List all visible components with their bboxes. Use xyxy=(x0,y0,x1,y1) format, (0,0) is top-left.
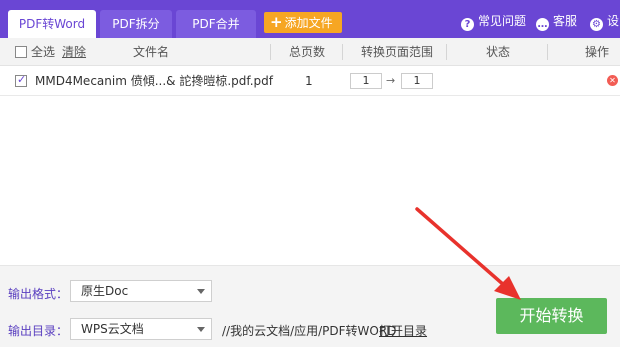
column-divider xyxy=(446,44,447,60)
plus-icon: + xyxy=(270,13,283,31)
col-filename: 文件名 xyxy=(133,45,170,59)
open-directory-link[interactable]: 打开目录 xyxy=(379,322,427,339)
output-dir-value: WPS云文档 xyxy=(81,322,144,336)
page-count: 1 xyxy=(305,74,313,88)
gear-icon: ⚙ xyxy=(590,18,603,31)
chevron-down-icon xyxy=(197,327,205,332)
col-pages: 总页数 xyxy=(289,45,326,59)
select-all-label: 全选 xyxy=(31,45,56,59)
column-divider xyxy=(270,44,271,60)
file-name: MMD4Mecanim 偾傾...& 詑搀暟椋.pdf.pdf xyxy=(35,74,274,88)
arrow-right-icon: → xyxy=(386,74,396,87)
output-format-select[interactable]: 原生Doc xyxy=(70,280,212,302)
column-divider xyxy=(547,44,548,60)
delete-icon[interactable]: ✕ xyxy=(607,75,618,86)
faq-label: 常见问题 xyxy=(478,14,527,28)
faq-link[interactable]: ? 常见问题 xyxy=(461,12,526,31)
output-dir-label: 输出目录： xyxy=(8,324,69,338)
chevron-down-icon xyxy=(197,289,205,294)
select-all-checkbox[interactable] xyxy=(15,46,27,58)
col-page-range: 转换页面范围 xyxy=(361,45,434,59)
settings-link[interactable]: ⚙ 设 xyxy=(590,12,619,31)
add-file-button[interactable]: + 添加文件 xyxy=(264,12,342,33)
support-link[interactable]: … 客服 xyxy=(536,12,577,31)
support-label: 客服 xyxy=(553,14,578,28)
help-icon: ? xyxy=(461,18,474,31)
settings-label: 设 xyxy=(607,14,620,28)
col-status: 状态 xyxy=(486,45,511,59)
range-to-input[interactable]: 1 xyxy=(401,73,433,89)
output-format-value: 原生Doc xyxy=(81,284,129,298)
tab-pdf-to-word[interactable]: PDF转Word xyxy=(8,10,96,38)
top-bar: PDF转Word PDF拆分 PDF合并 + 添加文件 ? 常见问题 … 客服 ⚙ 设 xyxy=(0,0,620,38)
chat-icon: … xyxy=(536,18,549,31)
row-checkbox[interactable] xyxy=(15,73,27,87)
tab-pdf-merge[interactable]: PDF合并 xyxy=(176,10,256,38)
tab-pdf-split[interactable]: PDF拆分 xyxy=(100,10,172,38)
add-file-label: 添加文件 xyxy=(284,16,333,30)
output-path: //我的云文档/应用/PDF转WORD xyxy=(222,324,397,338)
col-actions: 操作 xyxy=(585,45,610,59)
table-row[interactable]: MMD4Mecanim 偾傾...& 詑搀暟椋.pdf.pdf 1 1 → 1 … xyxy=(0,66,620,96)
range-from-input[interactable]: 1 xyxy=(350,73,382,89)
clear-link[interactable]: 清除 xyxy=(62,38,86,66)
start-convert-button[interactable]: 开始转换 xyxy=(496,298,607,334)
column-divider xyxy=(342,44,343,60)
output-dir-select[interactable]: WPS云文档 xyxy=(70,318,212,340)
table-header: 全选 清除 文件名 总页数 转换页面范围 状态 操作 xyxy=(0,38,620,66)
output-format-label: 输出格式： xyxy=(8,287,69,301)
